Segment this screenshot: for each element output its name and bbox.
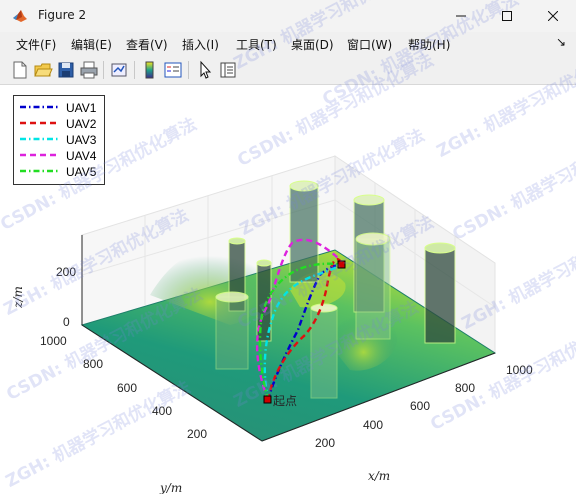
legend-line — [20, 105, 60, 109]
legend-line — [20, 121, 60, 125]
legend-entry-uav2: UAV2 — [18, 116, 104, 132]
y-tick: 200 — [187, 427, 207, 441]
legend-label: UAV4 — [66, 149, 97, 163]
minimize-icon — [456, 15, 466, 17]
maximize-button[interactable] — [484, 0, 530, 32]
obstacle-cylinder — [215, 291, 249, 370]
x-tick: 800 — [455, 381, 475, 395]
legend-entry-uav5: UAV5 — [18, 164, 104, 180]
legend-line — [20, 137, 60, 141]
new-figure-icon[interactable] — [10, 60, 30, 80]
y-tick: 600 — [117, 381, 137, 395]
maximize-icon — [502, 11, 512, 21]
menu-file[interactable]: 文件(F) — [16, 36, 56, 53]
menu-bar: 文件(F) 编辑(E) 查看(V) 插入(I) 工具(T) 桌面(D) 窗口(W… — [0, 32, 576, 56]
print-icon[interactable] — [79, 60, 99, 80]
x-tick: 600 — [410, 399, 430, 413]
obstacle-cylinder — [424, 242, 456, 344]
close-icon — [548, 11, 558, 21]
legend-icon[interactable] — [163, 60, 183, 80]
legend-line — [20, 169, 60, 173]
legend-label: UAV2 — [66, 117, 97, 131]
legend-label: UAV5 — [66, 165, 97, 179]
legend-label: UAV3 — [66, 133, 97, 147]
obstacle-cylinder — [310, 303, 338, 399]
window-title: Figure 2 — [38, 8, 87, 22]
minimize-button[interactable] — [438, 0, 484, 32]
figure-toolbar — [0, 56, 576, 85]
figure-canvas[interactable]: 起点 0 200 z/m 1000 800 600 400 200 y/m 20… — [0, 85, 576, 494]
colorbar-icon[interactable] — [140, 60, 160, 80]
x-tick: 200 — [315, 436, 335, 450]
matlab-logo-icon — [13, 10, 27, 22]
menu-help[interactable]: 帮助(H) — [408, 36, 450, 53]
z-axis-label: z/m — [11, 286, 25, 309]
legend-entry-uav3: UAV3 — [18, 132, 104, 148]
legend-label: UAV1 — [66, 101, 97, 115]
property-inspector-icon[interactable] — [218, 60, 238, 80]
goal-marker — [337, 260, 346, 269]
toolbar-separator — [188, 61, 189, 79]
menu-tools[interactable]: 工具(T) — [236, 36, 277, 53]
obstacle-cylinder — [355, 232, 391, 340]
dock-figure-button[interactable]: ↘ — [556, 35, 566, 49]
x-tick: 400 — [363, 418, 383, 432]
start-label: 起点 — [273, 394, 297, 408]
y-tick: 800 — [83, 357, 103, 371]
z-tick: 200 — [56, 265, 76, 279]
menu-desktop[interactable]: 桌面(D) — [291, 36, 334, 53]
legend-entry-uav1: UAV1 — [18, 100, 104, 116]
start-marker — [263, 395, 272, 404]
title-bar: Figure 2 — [0, 0, 576, 32]
open-folder-icon[interactable] — [33, 60, 53, 80]
toolbar-separator — [134, 61, 135, 79]
pointer-icon[interactable] — [195, 60, 215, 80]
z-tick: 0 — [63, 315, 70, 329]
toolbar-separator — [103, 61, 104, 79]
link-plot-icon[interactable] — [109, 60, 129, 80]
y-tick: 1000 — [40, 334, 67, 348]
legend-line — [20, 153, 60, 157]
menu-window[interactable]: 窗口(W) — [347, 36, 392, 53]
menu-view[interactable]: 查看(V) — [126, 36, 168, 53]
x-tick: 1000 — [506, 363, 533, 377]
y-tick: 400 — [152, 404, 172, 418]
close-button[interactable] — [530, 0, 576, 32]
legend-entry-uav4: UAV4 — [18, 148, 104, 164]
x-axis-label: x/m — [368, 469, 390, 483]
y-axis-label: y/m — [159, 481, 182, 494]
save-icon[interactable] — [56, 60, 76, 80]
menu-insert[interactable]: 插入(I) — [182, 36, 219, 53]
menu-edit[interactable]: 编辑(E) — [71, 36, 112, 53]
legend-box[interactable]: UAV1 UAV2 UAV3 UAV4 UAV5 — [13, 95, 105, 185]
